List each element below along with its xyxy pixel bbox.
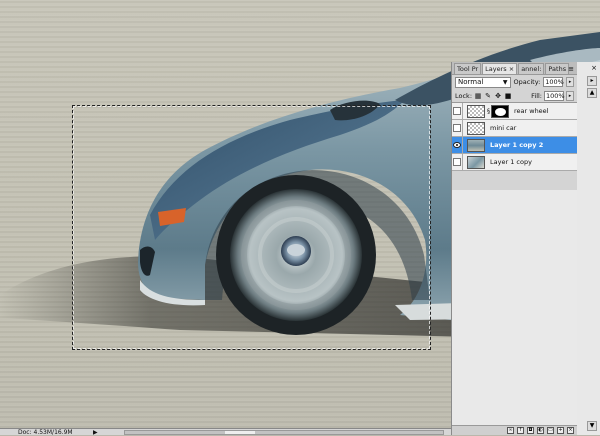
- panel-bottom-toolbar: ∞ f ◘ ◐ ▭ + ×: [452, 425, 577, 435]
- new-layer-icon[interactable]: +: [557, 427, 564, 434]
- layer-thumbnail: [467, 138, 485, 152]
- layer-row-layer-1-copy[interactable]: Layer 1 copy: [452, 154, 577, 171]
- adjustment-layer-icon[interactable]: ◐: [537, 427, 544, 434]
- tab-channels[interactable]: annel:: [518, 63, 545, 74]
- visibility-toggle[interactable]: [452, 137, 463, 153]
- scroll-down-icon[interactable]: ▼: [587, 421, 597, 431]
- visibility-toggle[interactable]: [452, 103, 463, 119]
- layer-thumbnail: [467, 155, 485, 169]
- horizontal-scrollbar[interactable]: [124, 430, 444, 435]
- visibility-off-icon: [453, 107, 461, 115]
- layer-name: Layer 1 copy 2: [490, 141, 544, 149]
- layer-name: mini car: [490, 124, 517, 132]
- layer-name: Layer 1 copy: [490, 158, 532, 166]
- fill-label: Fill:: [531, 91, 542, 100]
- eye-icon: [453, 142, 461, 148]
- panel-tabs: Tool Pr Layers × annel: Paths ≡: [452, 62, 577, 75]
- scroll-up-icon[interactable]: ▲: [587, 88, 597, 98]
- blend-mode-select[interactable]: Normal ▼: [455, 76, 511, 88]
- lock-brush-icon[interactable]: ✎: [484, 92, 492, 100]
- visibility-toggle[interactable]: [452, 154, 463, 170]
- layer-name: rear wheel: [514, 107, 549, 115]
- lock-move-icon[interactable]: ✥: [494, 92, 502, 100]
- opacity-arrow-icon[interactable]: ▸: [566, 77, 574, 87]
- lock-all-icon[interactable]: ■: [504, 92, 512, 100]
- blend-row: Normal ▼ Opacity: 100% ▸: [452, 75, 577, 89]
- chevron-down-icon: ▼: [502, 78, 508, 86]
- add-mask-icon[interactable]: ◘: [527, 427, 534, 434]
- layer-row-layer-1-copy-2[interactable]: Layer 1 copy 2: [452, 137, 577, 154]
- scrollbar-thumb[interactable]: [225, 431, 255, 434]
- fill-arrow-icon[interactable]: ▸: [566, 90, 574, 101]
- lock-label: Lock:: [455, 91, 473, 100]
- lock-row: Lock: ▦ ✎ ✥ ■ Fill: 100% ▸: [452, 89, 577, 103]
- opacity-input[interactable]: 100%: [543, 77, 564, 87]
- layers-panel: Tool Pr Layers × annel: Paths ≡ Normal ▼…: [451, 62, 577, 435]
- selection-marquee[interactable]: [72, 105, 431, 350]
- layer-row-rear-wheel[interactable]: § rear wheel: [452, 103, 577, 120]
- fill-input[interactable]: 100%: [544, 90, 565, 101]
- opacity-label: Opacity:: [513, 78, 541, 86]
- tab-layers[interactable]: Layers ×: [482, 63, 518, 74]
- tab-tool-presets[interactable]: Tool Pr: [454, 63, 482, 74]
- link-layers-icon[interactable]: ∞: [507, 427, 514, 434]
- layers-list-empty-area: [452, 190, 577, 425]
- trash-icon[interactable]: ×: [567, 427, 574, 434]
- panel-menu-icon[interactable]: ≡: [568, 65, 574, 73]
- lock-transparency-icon[interactable]: ▦: [474, 92, 482, 100]
- blend-mode-value: Normal: [458, 77, 484, 86]
- status-bar: Doc: 4.53M/16.9M ▶: [0, 428, 451, 436]
- panel-side-strip: × ▸ ▲ ▼: [577, 62, 600, 435]
- close-panel-icon[interactable]: ×: [590, 64, 598, 72]
- layer-thumbnail: [467, 121, 485, 135]
- visibility-toggle[interactable]: [452, 120, 463, 136]
- panel-expand-icon[interactable]: ▸: [587, 76, 597, 86]
- layer-row-mini-car[interactable]: mini car: [452, 120, 577, 137]
- layer-thumbnail: [467, 104, 485, 118]
- fx-icon[interactable]: f: [517, 427, 524, 434]
- new-group-icon[interactable]: ▭: [547, 427, 554, 434]
- tab-paths[interactable]: Paths: [545, 63, 570, 74]
- layer-mask-thumbnail[interactable]: [491, 104, 509, 118]
- visibility-off-icon: [453, 124, 461, 132]
- visibility-off-icon: [453, 158, 461, 166]
